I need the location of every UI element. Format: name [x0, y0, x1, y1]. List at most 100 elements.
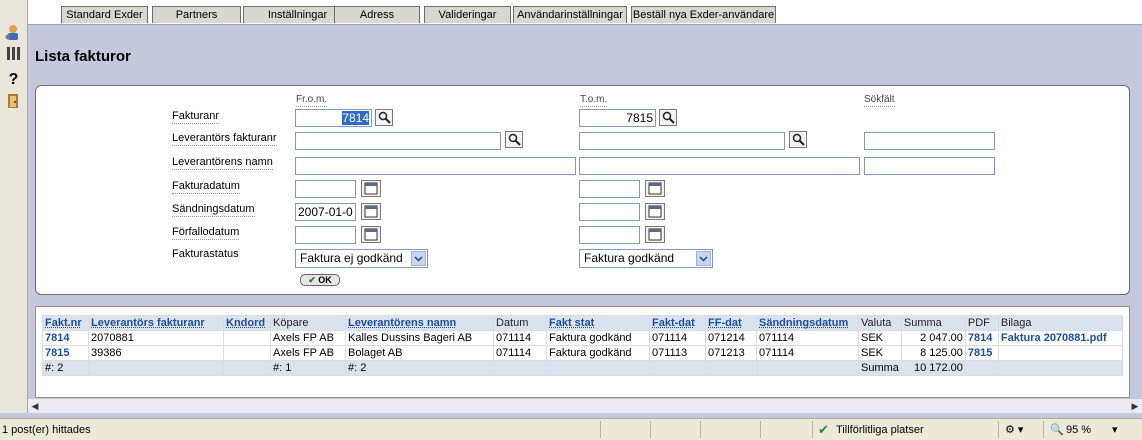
calendar-icon — [364, 228, 378, 241]
fakturanr-to-lookup-button[interactable] — [659, 109, 677, 126]
col-sandningsdatum[interactable]: Sändningsdatum — [756, 315, 859, 331]
label-fakturanr: Fakturanr — [172, 110, 220, 124]
check-icon: ✔ — [818, 422, 829, 437]
chevron-down-icon[interactable] — [696, 251, 711, 266]
table-row: 7814 2070881 Axels FP AB Kalles Dussins … — [42, 330, 1123, 346]
cell-ff-dat: 071213 — [705, 345, 757, 361]
label-lev-namn: Leverantörens namn — [172, 156, 273, 170]
tab-partners[interactable]: Partners — [152, 6, 241, 23]
col-fakt-dat[interactable]: Fakt-dat — [649, 315, 706, 331]
zoom-icon[interactable]: 🔍 — [1050, 422, 1064, 438]
magnifier-icon — [508, 133, 521, 146]
scroll-left-icon[interactable]: ◀ — [28, 399, 42, 413]
cell-pdf-link[interactable]: 7815 — [964, 345, 999, 361]
sandningsdatum-to-input[interactable] — [579, 203, 640, 221]
results-table: Fakt.nr Leverantörs fakturanr Kndord Köp… — [42, 315, 1123, 376]
cell-lev-fakturanr: 39386 — [88, 345, 224, 361]
fakturanr-from-input[interactable]: 7814 — [295, 109, 372, 127]
fakturanr-to-input[interactable]: 7815 — [579, 109, 656, 127]
cell-bilaga-link[interactable]: Faktura 2070881.pdf — [997, 330, 1123, 346]
footer-summa-label: Summa — [858, 360, 902, 376]
status-from-select[interactable]: Faktura ej godkänd — [295, 249, 428, 268]
lev-fakturanr-to-input[interactable] — [579, 132, 785, 150]
calendar-icon — [648, 205, 662, 218]
tab-bestall-nya-anvandare[interactable]: Beställ nya Exder-användare — [631, 6, 776, 23]
fakturadatum-to-input[interactable] — [579, 180, 640, 198]
cell-datum: 071114 — [493, 330, 547, 346]
lev-fakturanr-from-input[interactable] — [295, 132, 501, 150]
top-nav-bar: Standard Exder Partners Inställningar Ad… — [28, 0, 1142, 25]
tab-adress[interactable]: Adress — [334, 6, 420, 23]
calendar-icon — [648, 182, 662, 195]
col-fakt-nr[interactable]: Fakt.nr — [42, 315, 89, 331]
lev-namn-from-input[interactable] — [295, 157, 576, 175]
scroll-right-icon[interactable]: ▶ — [1128, 399, 1142, 413]
footer-count-fakt: #: 2 — [42, 360, 89, 376]
columns-icon[interactable] — [4, 46, 23, 65]
cell-kopare: Axels FP AB — [270, 345, 346, 361]
col-ff-dat[interactable]: FF-dat — [705, 315, 757, 331]
status-text: 1 post(er) hittades — [2, 424, 91, 436]
settings-dropdown-icon[interactable]: ⚙ ▾ — [1005, 422, 1023, 438]
magnifier-icon — [662, 111, 675, 124]
footer-count-lev: #: 2 — [345, 360, 494, 376]
col-valuta: Valuta — [858, 315, 902, 331]
col-summa: Summa — [900, 315, 966, 331]
lev-namn-to-input[interactable] — [579, 157, 860, 175]
results-panel: Fakt.nr Leverantörs fakturanr Kndord Köp… — [35, 306, 1130, 398]
fakturanr-from-lookup-button[interactable] — [375, 109, 393, 126]
cell-datum: 071114 — [493, 345, 547, 361]
user-gear-icon[interactable] — [4, 24, 23, 43]
help-icon[interactable]: ? — [4, 70, 23, 89]
exit-door-icon[interactable] — [4, 93, 23, 112]
cell-fakt-stat: Faktura godkänd — [546, 345, 650, 361]
lev-fakturanr-to-lookup-button[interactable] — [789, 131, 807, 148]
forfallodatum-to-input[interactable] — [579, 226, 640, 244]
tab-valideringar[interactable]: Valideringar — [424, 6, 511, 23]
cell-fakt-dat: 071114 — [649, 330, 706, 346]
cell-fakt-nr[interactable]: 7814 — [42, 330, 89, 346]
lev-fakturanr-search-input[interactable] — [864, 132, 995, 150]
cell-kndord — [223, 345, 271, 361]
footer-summa-value: 10 172.00 — [900, 360, 966, 376]
calendar-icon — [364, 182, 378, 195]
sandningsdatum-from-calendar-button[interactable] — [361, 203, 381, 220]
col-fakt-stat[interactable]: Fakt stat — [546, 315, 650, 331]
security-zone-text[interactable]: Tillförlitliga platser — [836, 422, 924, 438]
forfallodatum-from-calendar-button[interactable] — [361, 226, 381, 243]
forfallodatum-to-calendar-button[interactable] — [645, 226, 665, 243]
zoom-level[interactable]: 95 % — [1066, 422, 1091, 438]
page-title: Lista fakturor — [35, 48, 131, 65]
fakturadatum-to-calendar-button[interactable] — [645, 180, 665, 197]
cell-pdf-link[interactable]: 7814 — [964, 330, 999, 346]
lev-namn-search-input[interactable] — [864, 157, 995, 175]
lev-fakturanr-from-lookup-button[interactable] — [505, 131, 523, 148]
calendar-icon — [364, 205, 378, 218]
status-bar: 1 post(er) hittades ✔ Tillförlitliga pla… — [0, 418, 1142, 440]
sandningsdatum-to-calendar-button[interactable] — [645, 203, 665, 220]
horizontal-scrollbar[interactable]: ◀ ▶ — [28, 398, 1142, 413]
col-header-to: T.o.m. — [580, 94, 608, 107]
label-fakturastatus: Fakturastatus — [172, 248, 239, 260]
col-lev-namn[interactable]: Leverantörens namn — [345, 315, 494, 331]
cell-kndord — [223, 330, 271, 346]
cell-summa: 2 047.00 — [900, 330, 966, 346]
col-lev-fakturanr[interactable]: Leverantörs fakturanr — [88, 315, 224, 331]
tab-anvandarinstallningar[interactable]: Användarinställningar — [513, 6, 627, 23]
sandningsdatum-from-input[interactable]: 2007-01-0 — [295, 203, 356, 221]
col-kndord[interactable]: Kndord — [223, 315, 271, 331]
cell-sandningsdatum: 071114 — [756, 330, 859, 346]
chevron-down-icon[interactable] — [411, 251, 426, 266]
status-to-select[interactable]: Faktura godkänd — [579, 249, 713, 268]
fakturadatum-from-calendar-button[interactable] — [361, 180, 381, 197]
forfallodatum-from-input[interactable] — [295, 226, 356, 244]
col-header-search: Sökfält — [864, 94, 895, 107]
fakturadatum-from-input[interactable] — [295, 180, 356, 198]
cell-fakt-nr[interactable]: 7815 — [42, 345, 89, 361]
ok-button[interactable]: ✔ OK — [300, 274, 340, 286]
cell-fakt-dat: 071113 — [649, 345, 706, 361]
tab-standard-exder[interactable]: Standard Exder — [61, 6, 148, 23]
zoom-dropdown-icon[interactable]: ▾ — [1112, 422, 1118, 438]
cell-bilaga-link — [997, 345, 1123, 361]
label-forfallodatum: Förfallodatum — [172, 226, 240, 240]
